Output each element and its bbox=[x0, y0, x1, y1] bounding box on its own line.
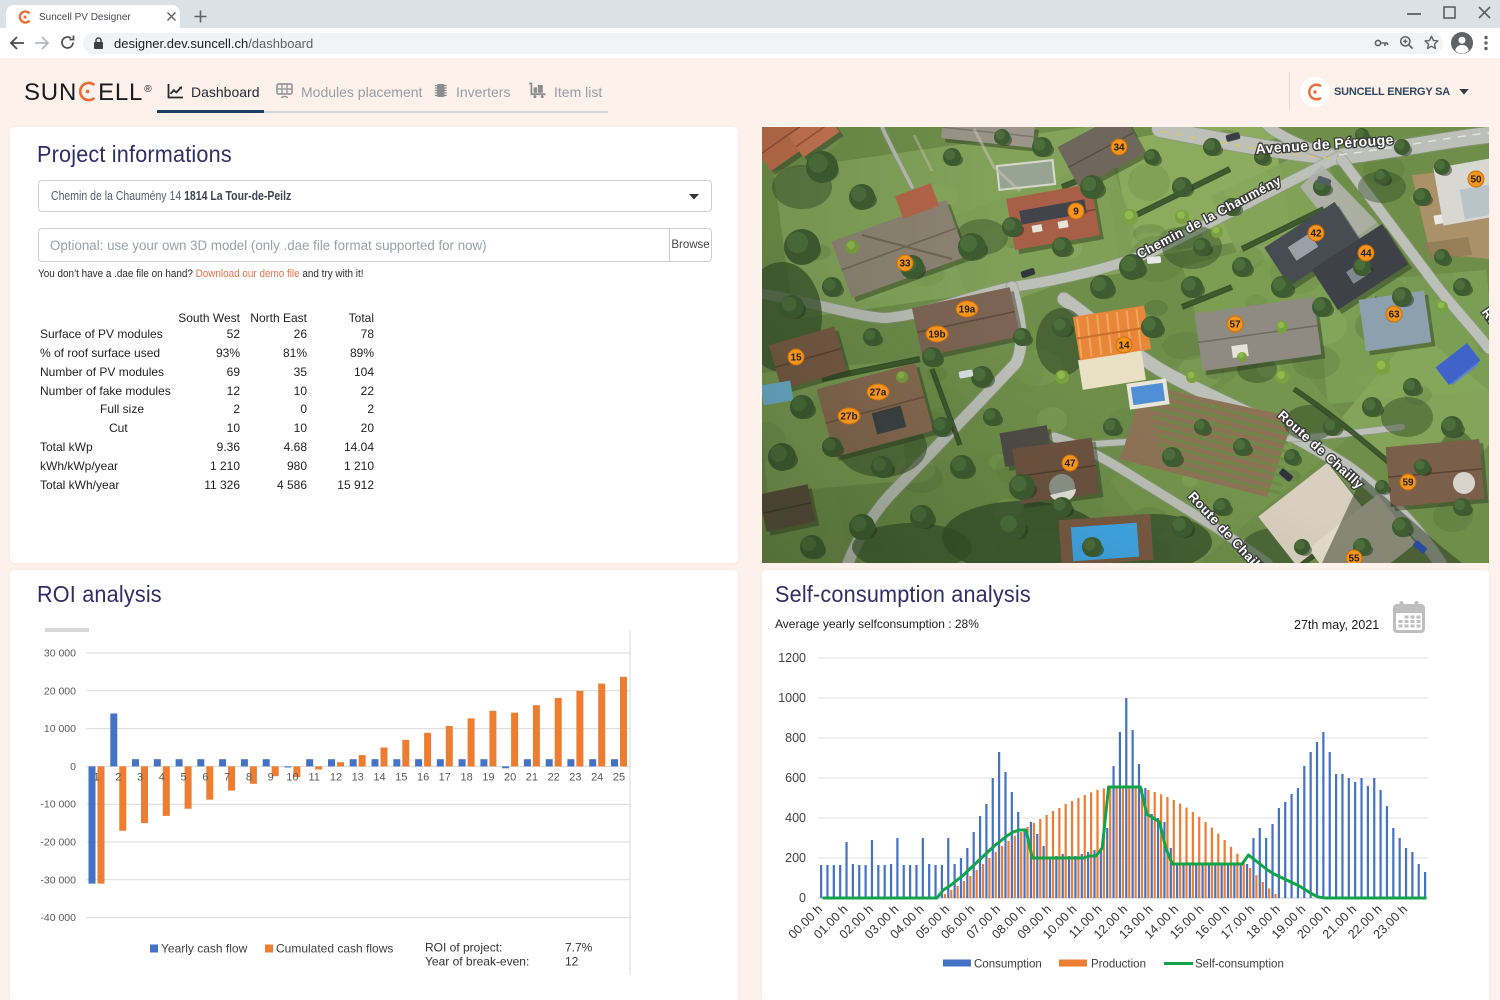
svg-text:2: 2 bbox=[115, 771, 121, 783]
svg-text:33: 33 bbox=[899, 258, 911, 269]
svg-text:14: 14 bbox=[1118, 340, 1130, 351]
svg-text:9: 9 bbox=[1073, 206, 1079, 217]
svg-text:0: 0 bbox=[70, 761, 76, 773]
svg-text:20 000: 20 000 bbox=[44, 685, 76, 697]
svg-text:17: 17 bbox=[439, 771, 451, 783]
svg-text:20: 20 bbox=[504, 771, 516, 783]
svg-text:11: 11 bbox=[308, 771, 319, 783]
svg-text:18: 18 bbox=[460, 771, 472, 783]
svg-text:200: 200 bbox=[785, 851, 806, 865]
svg-text:10: 10 bbox=[286, 771, 298, 783]
svg-text:1000: 1000 bbox=[778, 691, 806, 705]
svg-text:19a: 19a bbox=[959, 304, 976, 315]
svg-text:25: 25 bbox=[613, 771, 625, 783]
svg-text:1200: 1200 bbox=[778, 651, 806, 665]
svg-text:55: 55 bbox=[1348, 553, 1360, 563]
svg-text:57: 57 bbox=[1229, 319, 1241, 330]
svg-text:15: 15 bbox=[790, 352, 802, 363]
svg-text:24: 24 bbox=[591, 771, 603, 783]
svg-text:22: 22 bbox=[548, 771, 560, 783]
svg-text:Yearly cash flow: Yearly cash flow bbox=[161, 942, 248, 956]
svg-text:800: 800 bbox=[785, 731, 806, 745]
svg-text:Consumption: Consumption bbox=[974, 959, 1042, 971]
svg-text:-40 000: -40 000 bbox=[40, 912, 76, 924]
svg-text:42: 42 bbox=[1310, 228, 1322, 239]
svg-text:30 000: 30 000 bbox=[44, 648, 76, 660]
svg-text:5: 5 bbox=[181, 771, 187, 783]
svg-text:4: 4 bbox=[159, 771, 165, 783]
svg-text:59: 59 bbox=[1402, 477, 1414, 488]
svg-text:34: 34 bbox=[1113, 142, 1125, 153]
svg-text:19: 19 bbox=[482, 771, 494, 783]
svg-text:27a: 27a bbox=[870, 387, 887, 398]
svg-text:50: 50 bbox=[1470, 174, 1482, 185]
svg-text:Self-consumption: Self-consumption bbox=[1195, 959, 1284, 971]
svg-text:-20 000: -20 000 bbox=[40, 837, 76, 849]
svg-text:-10 000: -10 000 bbox=[40, 799, 76, 811]
svg-text:12: 12 bbox=[330, 771, 342, 783]
svg-text:1: 1 bbox=[93, 771, 99, 783]
svg-text:14: 14 bbox=[373, 771, 385, 783]
svg-text:7: 7 bbox=[224, 771, 230, 783]
svg-text:Cumulated cash flows: Cumulated cash flows bbox=[276, 942, 393, 956]
svg-text:12: 12 bbox=[565, 955, 579, 969]
svg-text:13: 13 bbox=[352, 771, 364, 783]
svg-text:47: 47 bbox=[1064, 458, 1076, 469]
svg-text:600: 600 bbox=[785, 771, 806, 785]
svg-text:-30 000: -30 000 bbox=[40, 874, 76, 886]
svg-text:6: 6 bbox=[202, 771, 208, 783]
svg-text:19b: 19b bbox=[928, 329, 945, 340]
svg-text:23: 23 bbox=[569, 771, 581, 783]
svg-text:27b: 27b bbox=[840, 411, 857, 422]
svg-text:10 000: 10 000 bbox=[44, 723, 76, 735]
svg-text:Year of break-even:: Year of break-even: bbox=[425, 955, 529, 969]
svg-text:44: 44 bbox=[1360, 248, 1372, 259]
svg-text:Production: Production bbox=[1091, 959, 1146, 971]
svg-text:15: 15 bbox=[395, 771, 407, 783]
svg-text:16: 16 bbox=[417, 771, 429, 783]
svg-text:ROI of project:: ROI of project: bbox=[425, 941, 502, 955]
svg-text:400: 400 bbox=[785, 811, 806, 825]
svg-text:9: 9 bbox=[268, 771, 274, 783]
svg-text:0: 0 bbox=[799, 891, 806, 905]
svg-text:63: 63 bbox=[1388, 309, 1400, 320]
svg-text:8: 8 bbox=[246, 771, 252, 783]
svg-text:7.7%: 7.7% bbox=[565, 941, 593, 955]
svg-text:21: 21 bbox=[526, 771, 538, 783]
svg-text:3: 3 bbox=[137, 771, 143, 783]
